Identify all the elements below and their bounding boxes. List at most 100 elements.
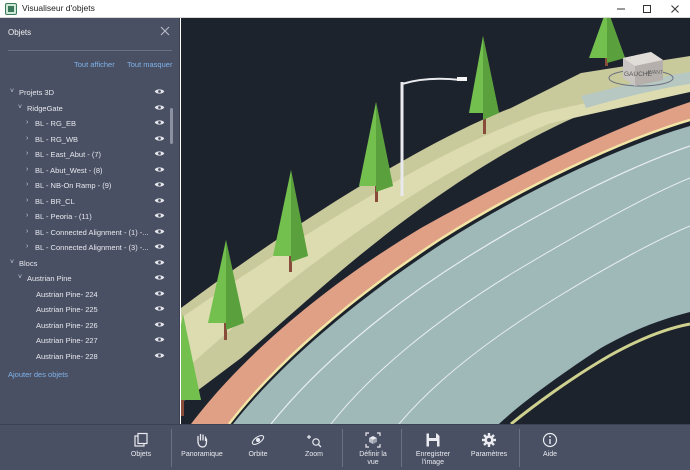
visibility-eye-icon[interactable] [154,336,165,343]
tree-item[interactable]: › BL - East_Abut - (7) [0,148,172,163]
tree-item-label: BL - RG_EB [35,119,76,128]
tree-item-label: Austrian Pine- 226 [36,320,98,330]
hide-all-link[interactable]: Tout masquer [127,60,172,69]
show-all-link[interactable]: Tout afficher [74,60,115,69]
tree-item[interactable]: › BL - RG_EB [0,117,172,132]
visibility-eye-icon[interactable] [154,181,165,188]
save-image-label: Enregistrer l'image [415,451,451,466]
set-view-button[interactable]: Définir la vue [345,425,401,470]
orbit-label: Orbite [248,451,268,458]
visibility-eye-icon[interactable] [154,166,165,173]
tree-item-label: Austrian Pine [27,274,72,283]
tree-item[interactable]: › BL - Connected Alignment - (1) -... [0,226,172,241]
zoom-button[interactable]: Zoom [286,425,342,470]
toolbar-divider [342,429,343,467]
info-icon [542,432,558,448]
pine-tree [589,18,625,66]
tree-item-label: RidgeGate [27,103,63,113]
tree-item-label: Austrian Pine- 225 [36,305,98,314]
visibility-eye-icon[interactable] [154,321,165,328]
panel-close-button[interactable] [160,24,170,39]
chevron-down-icon[interactable]: ˅ [10,88,14,95]
visibility-eye-icon[interactable] [154,150,165,157]
tree-item[interactable]: ˅ Projets 3D [0,86,172,101]
visibility-eye-icon[interactable] [154,104,165,111]
chevron-right-icon[interactable]: › [26,243,28,250]
tree-item[interactable]: › BL - NB-On Ramp - (9) [0,179,172,194]
tree-item-label: Austrian Pine- 227 [36,336,98,345]
tree-item[interactable]: › BL - Abut_West - (8) [0,164,172,179]
objects-button[interactable]: Objets [113,425,169,470]
pan-label: Panoramique [181,451,223,458]
tree-item-label: BL - Connected Alignment - (1) -... [35,227,149,237]
toolbar-divider [401,429,402,467]
chevron-right-icon[interactable]: › [26,212,28,219]
tree-item-label: BL - Abut_West - (8) [35,165,103,175]
minimize-icon [617,8,625,10]
visibility-eye-icon[interactable] [154,352,165,359]
tree-item[interactable]: ˅ Blocs [0,257,172,272]
chevron-down-icon[interactable]: ˅ [18,274,22,281]
visibility-eye-icon[interactable] [154,135,165,142]
orbit-button[interactable]: Orbite [230,425,286,470]
objects-panel: Objets Tout afficher Tout masquer ˅ Proje… [0,18,180,424]
add-objects-link[interactable]: Ajouter des objets [8,370,68,379]
zoom-icon [307,435,322,448]
visibility-eye-icon[interactable] [154,228,165,235]
tree-item[interactable]: › BL - BR_CL [0,195,172,210]
view-cube-side-label: AVANT [647,70,663,76]
tree-item[interactable]: Austrian Pine- 226 [0,319,172,334]
tree-item-label: Projets 3D [19,88,55,97]
settings-button[interactable]: Paramètres [460,425,518,470]
chevron-right-icon[interactable]: › [26,181,28,188]
road-scene: GAUCHE AVANT [181,18,690,424]
tree-scrollbar[interactable] [170,108,173,144]
tree-item[interactable]: › BL - Peoria - (11) [0,210,172,225]
tree-item[interactable]: Austrian Pine- 228 [0,350,172,365]
gear-icon [482,433,496,447]
chevron-down-icon[interactable]: ˅ [10,259,14,266]
3d-viewport[interactable]: GAUCHE AVANT [181,18,690,424]
tree-item[interactable]: Austrian Pine- 227 [0,334,172,349]
chevron-right-icon[interactable]: › [26,150,28,157]
tree-item[interactable]: Austrian Pine- 224 [0,288,172,303]
help-button[interactable]: Aide [522,425,578,470]
visibility-eye-icon[interactable] [154,119,165,126]
chevron-right-icon[interactable]: › [26,166,28,173]
tree-item-label: Blocs [19,258,38,268]
visibility-eye-icon[interactable] [154,197,165,204]
close-window-button[interactable] [660,0,690,18]
window-title: Visualiseur d'objets [22,3,95,13]
visibility-eye-icon[interactable] [154,274,165,281]
chevron-right-icon[interactable]: › [26,135,28,142]
divider [8,50,172,51]
visibility-eye-icon[interactable] [154,259,165,266]
tree-item-label: BL - BR_CL [35,196,75,206]
close-icon [671,5,679,13]
save-image-icon [426,433,440,447]
chevron-right-icon[interactable]: › [26,197,28,204]
visibility-eye-icon[interactable] [154,305,165,312]
chevron-right-icon[interactable]: › [26,228,28,235]
tree-item[interactable]: ˅ RidgeGate [0,102,172,117]
visibility-eye-icon[interactable] [154,212,165,219]
orbit-icon [251,434,265,446]
set-view-icon [365,432,381,448]
visibility-eye-icon[interactable] [154,243,165,250]
chevron-right-icon[interactable]: › [26,119,28,126]
chevron-down-icon[interactable]: ˅ [18,104,22,111]
save-image-button[interactable]: Enregistrer l'image [404,425,462,470]
objects-label: Objets [130,451,152,458]
tree-item-label: BL - Peoria - (11) [35,212,92,221]
toolbar-divider [171,429,172,467]
maximize-button[interactable] [632,0,662,18]
tree-item[interactable]: › BL - RG_WB [0,133,172,148]
tree-item[interactable]: Austrian Pine- 225 [0,303,172,318]
tree-item[interactable]: › BL - Connected Alignment - (3) -... [0,241,172,256]
tree-item[interactable]: ˅ Austrian Pine [0,272,172,287]
visibility-eye-icon[interactable] [154,88,165,95]
close-icon [160,26,170,36]
pan-button[interactable]: Panoramique [174,425,230,470]
objects-icon [134,432,148,447]
visibility-eye-icon[interactable] [154,290,165,297]
